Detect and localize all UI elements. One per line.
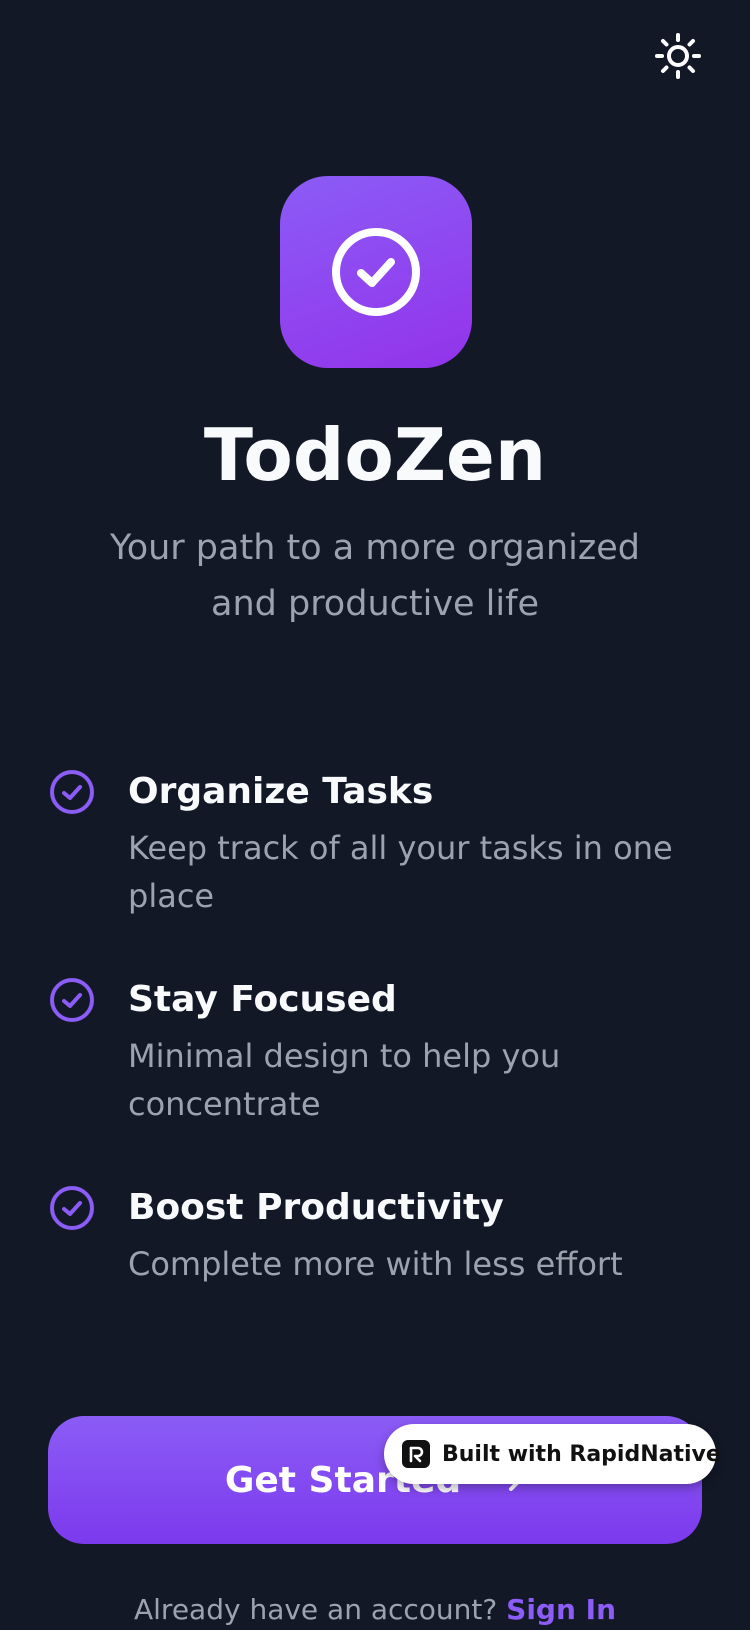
signin-prompt-text: Already have an account? xyxy=(133,1593,498,1626)
rapidnative-logo-icon xyxy=(402,1440,430,1468)
check-circle-icon xyxy=(50,1186,94,1230)
check-circle-icon xyxy=(332,228,420,316)
check-circle-icon xyxy=(50,978,94,1022)
built-with-badge[interactable]: Built with RapidNative xyxy=(384,1424,721,1484)
check-circle-icon xyxy=(50,770,94,814)
app-title: TodoZen xyxy=(203,413,547,497)
feature-description: Minimal design to help you concentrate xyxy=(128,1037,561,1123)
app-tagline: Your path to a more organized and produc… xyxy=(109,528,641,624)
theme-toggle-button[interactable] xyxy=(654,32,702,80)
feature-title: Boost Productivity xyxy=(128,1187,504,1228)
badge-label: Built with RapidNative xyxy=(442,1441,721,1467)
feature-description: Keep track of all your tasks in one plac… xyxy=(128,829,673,915)
signin-prompt: Already have an account? Sign In xyxy=(0,1590,750,1630)
sign-in-link[interactable]: Sign In xyxy=(506,1593,616,1626)
feature-title: Stay Focused xyxy=(128,979,397,1020)
app-logo xyxy=(280,176,472,368)
feature-title: Organize Tasks xyxy=(128,771,434,812)
sun-icon xyxy=(655,33,701,79)
feature-description: Complete more with less effort xyxy=(128,1245,623,1283)
